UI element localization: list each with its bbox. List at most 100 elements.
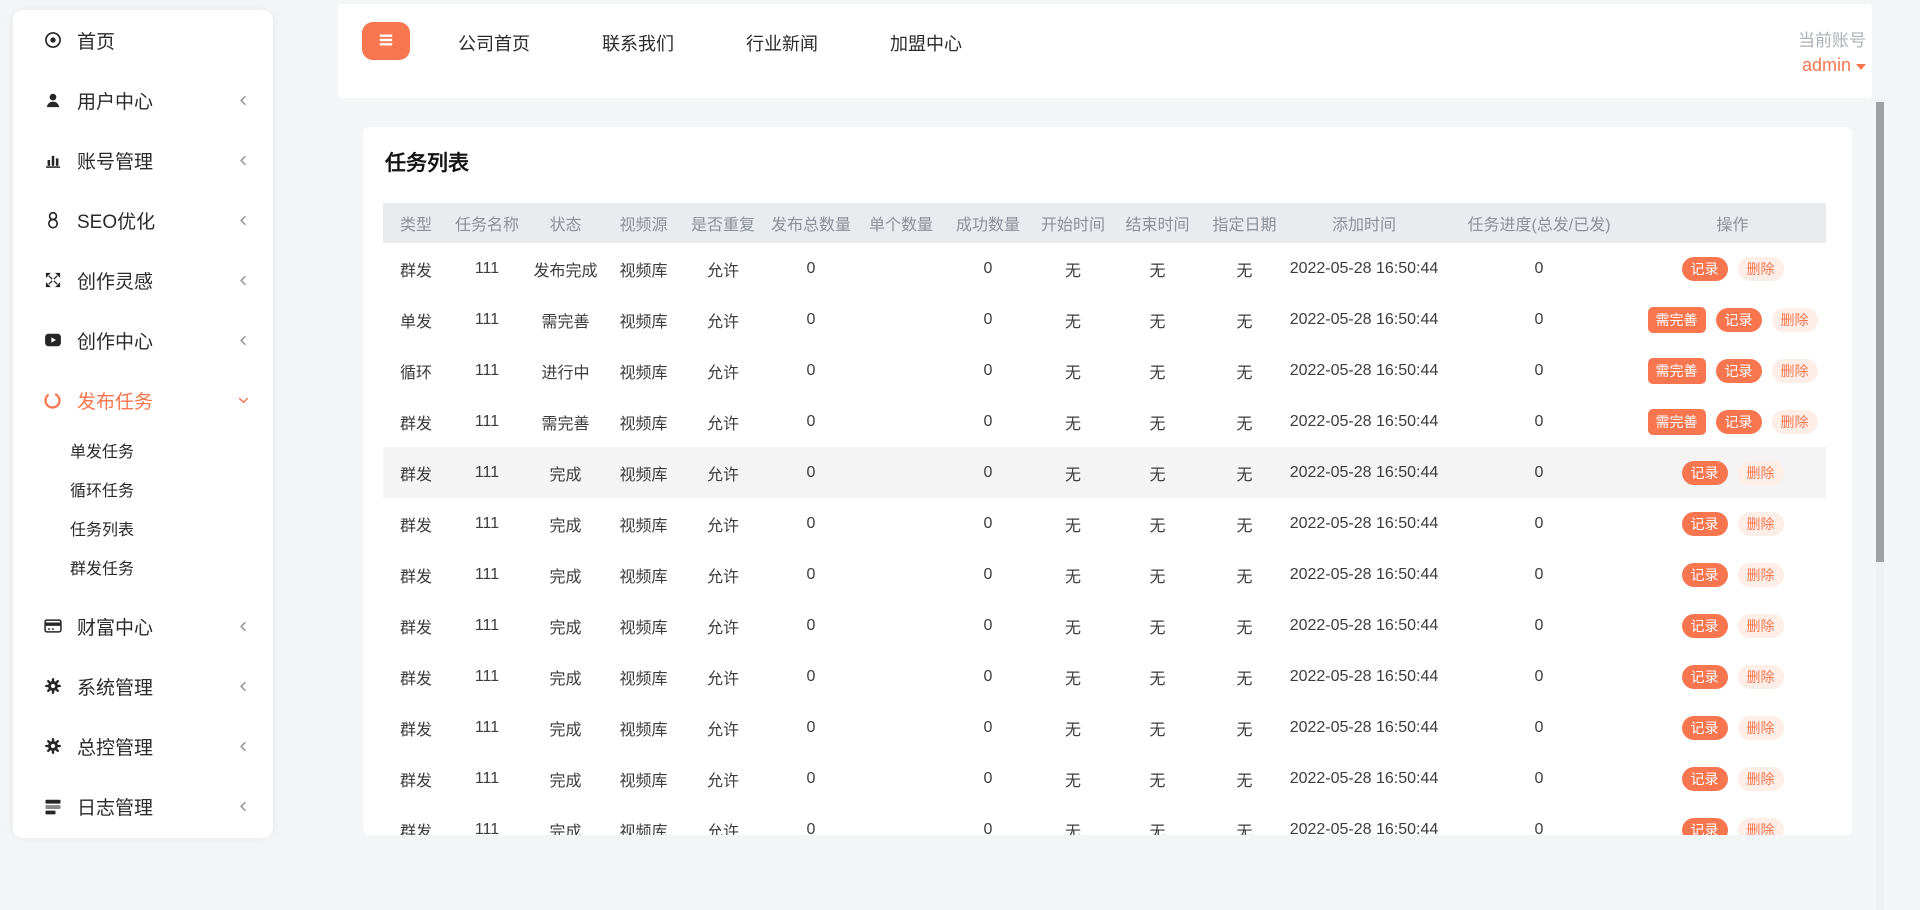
cell-repeat: 允许 bbox=[681, 753, 765, 804]
gear-icon bbox=[42, 676, 63, 697]
sidebar-item-日志管理[interactable]: 日志管理 bbox=[13, 776, 273, 836]
table-row: 群发111完成视频库允许00无无无2022-05-28 16:50:440记录删… bbox=[383, 498, 1826, 549]
sidebar-item-系统管理[interactable]: 系统管理 bbox=[13, 656, 273, 716]
nav-link-行业新闻[interactable]: 行业新闻 bbox=[746, 30, 818, 56]
cell-end: 无 bbox=[1115, 702, 1200, 753]
cell-single bbox=[857, 804, 945, 835]
sidebar-item-财富中心[interactable]: 财富中心 bbox=[13, 596, 273, 656]
table-row: 群发111完成视频库允许00无无无2022-05-28 16:50:440记录删… bbox=[383, 702, 1826, 753]
delete-button[interactable]: 删除 bbox=[1738, 665, 1784, 689]
delete-button[interactable]: 删除 bbox=[1772, 410, 1818, 434]
sidebar-item-首页[interactable]: 首页 bbox=[13, 10, 273, 70]
gear-icon bbox=[42, 736, 63, 757]
record-button[interactable]: 记录 bbox=[1682, 461, 1728, 485]
delete-button[interactable]: 删除 bbox=[1772, 359, 1818, 383]
improve-button[interactable]: 需完善 bbox=[1648, 358, 1706, 384]
record-button[interactable]: 记录 bbox=[1682, 563, 1728, 587]
cell-total: 0 bbox=[765, 549, 857, 600]
column-header: 成功数量 bbox=[945, 203, 1031, 243]
cell-success: 0 bbox=[945, 243, 1031, 294]
cell-single bbox=[857, 447, 945, 498]
sidebar-item-总控管理[interactable]: 总控管理 bbox=[13, 716, 273, 776]
delete-button[interactable]: 删除 bbox=[1772, 308, 1818, 332]
table-row: 群发111完成视频库允许00无无无2022-05-28 16:50:440记录删… bbox=[383, 651, 1826, 702]
account-name: admin bbox=[1802, 55, 1851, 76]
sidebar-item-label: 财富中心 bbox=[77, 613, 153, 640]
record-button[interactable]: 记录 bbox=[1682, 512, 1728, 536]
sidebar-item-label: 用户中心 bbox=[77, 87, 153, 114]
column-header: 任务进度(总发/已发) bbox=[1439, 203, 1639, 243]
sidebar-item-用户中心[interactable]: 用户中心 bbox=[13, 70, 273, 130]
delete-button[interactable]: 删除 bbox=[1738, 563, 1784, 587]
table-row: 循环111进行中视频库允许00无无无2022-05-28 16:50:440需完… bbox=[383, 345, 1826, 396]
nav-link-公司首页[interactable]: 公司首页 bbox=[458, 30, 530, 56]
cell-name: 111 bbox=[449, 294, 525, 345]
cell-end: 无 bbox=[1115, 600, 1200, 651]
cell-added: 2022-05-28 16:50:44 bbox=[1289, 600, 1439, 651]
cell-progress: 0 bbox=[1439, 600, 1639, 651]
sidebar-item-创作中心[interactable]: 创作中心 bbox=[13, 310, 273, 370]
cell-progress: 0 bbox=[1439, 243, 1639, 294]
cell-start: 无 bbox=[1031, 804, 1115, 835]
cell-date: 无 bbox=[1200, 243, 1289, 294]
account-dropdown[interactable]: admin bbox=[1802, 55, 1866, 76]
scrollbar-track[interactable] bbox=[1876, 98, 1884, 910]
cell-start: 无 bbox=[1031, 600, 1115, 651]
cell-date: 无 bbox=[1200, 447, 1289, 498]
sidebar-subitem-任务列表[interactable]: 任务列表 bbox=[13, 508, 273, 547]
cell-start: 无 bbox=[1031, 651, 1115, 702]
cell-repeat: 允许 bbox=[681, 600, 765, 651]
improve-button[interactable]: 需完善 bbox=[1648, 307, 1706, 333]
cell-start: 无 bbox=[1031, 345, 1115, 396]
cell-success: 0 bbox=[945, 600, 1031, 651]
delete-button[interactable]: 删除 bbox=[1738, 461, 1784, 485]
cell-total: 0 bbox=[765, 753, 857, 804]
cell-status: 完成 bbox=[525, 804, 606, 835]
record-button[interactable]: 记录 bbox=[1716, 308, 1762, 332]
record-button[interactable]: 记录 bbox=[1682, 257, 1728, 281]
cell-single bbox=[857, 651, 945, 702]
sidebar-subitem-单发任务[interactable]: 单发任务 bbox=[13, 430, 273, 469]
improve-button[interactable]: 需完善 bbox=[1648, 409, 1706, 435]
chevron-down-icon bbox=[236, 393, 251, 408]
sidebar-subitem-循环任务[interactable]: 循环任务 bbox=[13, 469, 273, 508]
sidebar-subitem-群发任务[interactable]: 群发任务 bbox=[13, 547, 273, 586]
cell-progress: 0 bbox=[1439, 702, 1639, 753]
cell-repeat: 允许 bbox=[681, 702, 765, 753]
sidebar-item-SEO优化[interactable]: SEO优化 bbox=[13, 190, 273, 250]
delete-button[interactable]: 删除 bbox=[1738, 614, 1784, 638]
nav-link-加盟中心[interactable]: 加盟中心 bbox=[890, 30, 962, 56]
cell-end: 无 bbox=[1115, 447, 1200, 498]
cell-type: 群发 bbox=[383, 753, 449, 804]
delete-button[interactable]: 删除 bbox=[1738, 512, 1784, 536]
delete-button[interactable]: 删除 bbox=[1738, 716, 1784, 740]
cell-source: 视频库 bbox=[606, 243, 681, 294]
record-button[interactable]: 记录 bbox=[1682, 716, 1728, 740]
sidebar-item-创作灵感[interactable]: 创作灵感 bbox=[13, 250, 273, 310]
delete-button[interactable]: 删除 bbox=[1738, 767, 1784, 791]
record-button[interactable]: 记录 bbox=[1716, 359, 1762, 383]
cell-actions: 需完善记录删除 bbox=[1639, 345, 1826, 396]
delete-button[interactable]: 删除 bbox=[1738, 818, 1784, 836]
sidebar-menu: 首页用户中心账号管理SEO优化创作灵感创作中心发布任务单发任务循环任务任务列表群… bbox=[13, 10, 273, 836]
record-button[interactable]: 记录 bbox=[1716, 410, 1762, 434]
account-label: 当前账号 bbox=[1798, 26, 1866, 51]
column-header: 单个数量 bbox=[857, 203, 945, 243]
cell-repeat: 允许 bbox=[681, 345, 765, 396]
cell-success: 0 bbox=[945, 294, 1031, 345]
cell-start: 无 bbox=[1031, 447, 1115, 498]
record-button[interactable]: 记录 bbox=[1682, 614, 1728, 638]
cell-added: 2022-05-28 16:50:44 bbox=[1289, 243, 1439, 294]
nav-link-联系我们[interactable]: 联系我们 bbox=[602, 30, 674, 56]
menu-toggle-button[interactable] bbox=[362, 22, 410, 60]
record-button[interactable]: 记录 bbox=[1682, 818, 1728, 836]
cell-added: 2022-05-28 16:50:44 bbox=[1289, 498, 1439, 549]
delete-button[interactable]: 删除 bbox=[1738, 257, 1784, 281]
sidebar-item-账号管理[interactable]: 账号管理 bbox=[13, 130, 273, 190]
cell-repeat: 允许 bbox=[681, 549, 765, 600]
table-row: 群发111完成视频库允许00无无无2022-05-28 16:50:440记录删… bbox=[383, 447, 1826, 498]
scrollbar-thumb[interactable] bbox=[1876, 102, 1884, 562]
record-button[interactable]: 记录 bbox=[1682, 767, 1728, 791]
record-button[interactable]: 记录 bbox=[1682, 665, 1728, 689]
sidebar-item-发布任务[interactable]: 发布任务 bbox=[13, 370, 273, 430]
